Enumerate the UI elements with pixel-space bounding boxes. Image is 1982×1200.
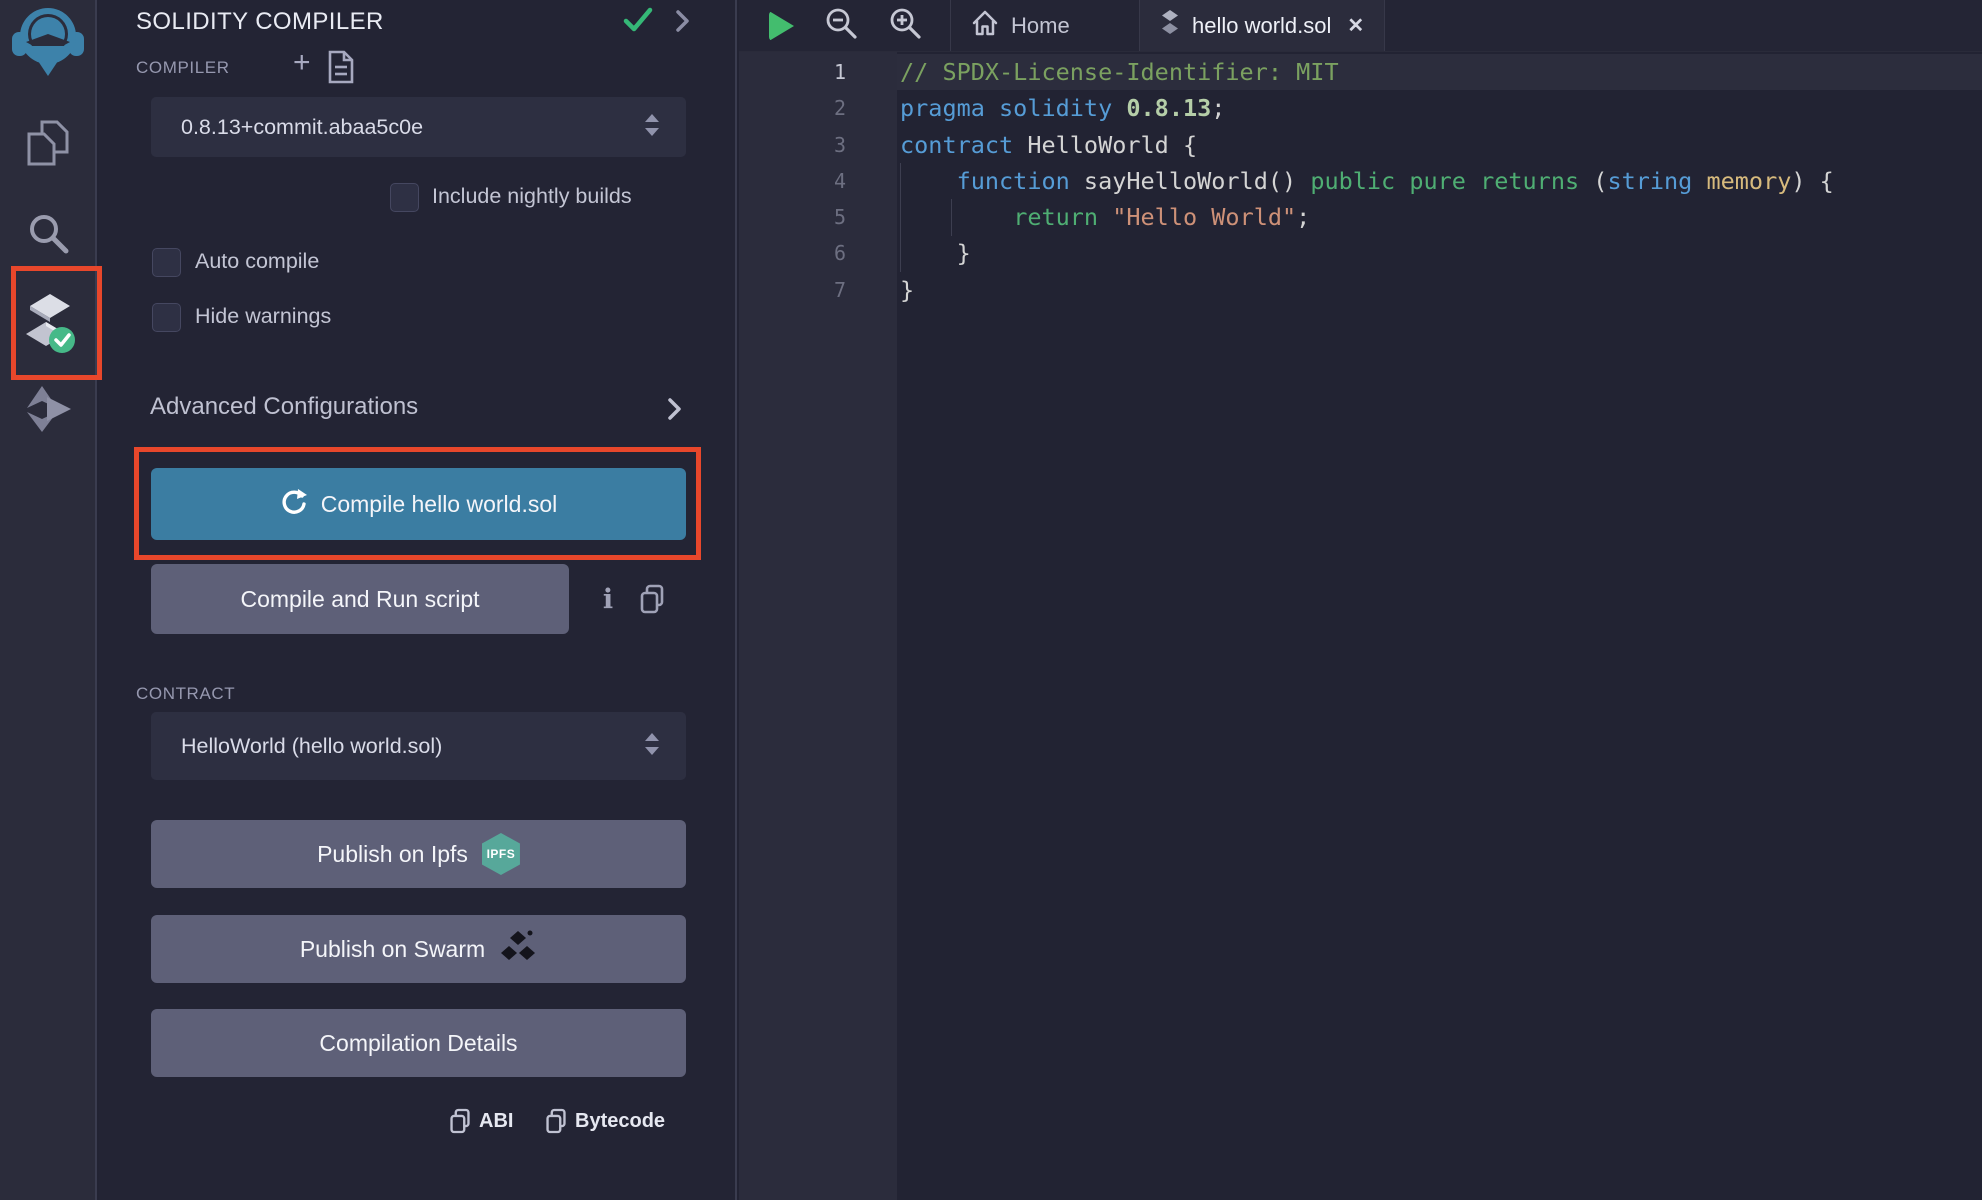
code-lines[interactable]: // SPDX-License-Identifier: MITpragma so… (897, 52, 1982, 1200)
contract-select[interactable]: HelloWorld (hello world.sol) (151, 712, 686, 780)
compilation-details-label: Compilation Details (319, 1030, 517, 1057)
editor-area: Home hello world.sol ✕ 1234567 // SPDX-L… (739, 0, 1982, 1200)
swarm-icon (499, 929, 537, 969)
indent-guide (951, 199, 952, 236)
ipfs-icon: IPFS (482, 833, 520, 875)
compiler-version-value: 0.8.13+commit.abaa5c0e (181, 115, 644, 140)
editor-toolbar (739, 0, 950, 51)
run-script-icon[interactable] (769, 11, 794, 41)
panel-title: SOLIDITY COMPILER (136, 8, 384, 36)
solidity-compiler-panel: SOLIDITY COMPILER COMPILER + 0.8.13+comm… (99, 0, 737, 1200)
bytecode-label: Bytecode (575, 1110, 665, 1133)
contract-select-value: HelloWorld (hello world.sol) (181, 734, 644, 759)
compiler-config-file-icon[interactable] (327, 50, 355, 89)
gutter-line-numbers: 1234567 (739, 52, 897, 1200)
abi-label: ABI (479, 1110, 513, 1133)
deploy-and-run-icon[interactable] (0, 384, 95, 436)
add-compiler-icon[interactable]: + (293, 48, 311, 78)
copy-icon (449, 1108, 471, 1134)
zoom-out-icon[interactable] (824, 6, 858, 45)
publish-on-ipfs-button[interactable]: Publish on Ipfs IPFS (151, 820, 686, 888)
publish-on-swarm-button[interactable]: Publish on Swarm (151, 915, 686, 983)
auto-compile-checkbox[interactable] (152, 248, 181, 277)
compiler-version-select[interactable]: 0.8.13+commit.abaa5c0e (151, 97, 686, 157)
hide-warnings-checkbox[interactable] (152, 303, 181, 332)
remix-logo-icon[interactable] (0, 4, 95, 82)
icon-sidebar (0, 0, 97, 1200)
include-nightly-builds-label: Include nightly builds (432, 184, 632, 209)
advanced-configurations-chevron-icon[interactable] (666, 396, 682, 427)
info-icon[interactable]: i (595, 582, 621, 616)
search-icon[interactable] (0, 210, 95, 256)
home-icon (971, 9, 999, 43)
tab-hello-world-sol[interactable]: hello world.sol ✕ (1139, 0, 1385, 51)
publish-swarm-label: Publish on Swarm (300, 936, 485, 963)
compile-success-icon (623, 6, 653, 39)
close-tab-icon[interactable]: ✕ (1347, 13, 1364, 38)
compile-and-run-button[interactable]: Compile and Run script (151, 564, 569, 634)
copy-bytecode[interactable]: Bytecode (545, 1108, 665, 1134)
solidity-file-icon (1160, 9, 1180, 42)
advanced-configurations-label[interactable]: Advanced Configurations (150, 393, 418, 421)
panel-collapse-chevron-icon[interactable] (675, 8, 690, 39)
tab-file-label: hello world.sol (1192, 13, 1331, 39)
tab-home[interactable]: Home (950, 0, 1139, 51)
include-nightly-builds-checkbox[interactable] (390, 183, 419, 212)
tab-home-label: Home (1011, 13, 1070, 39)
refresh-icon (280, 488, 307, 521)
solidity-compiler-icon[interactable] (0, 292, 95, 356)
compile-and-run-label: Compile and Run script (240, 586, 479, 613)
auto-compile-label: Auto compile (195, 249, 319, 274)
copy-script-icon[interactable] (639, 584, 665, 614)
compiler-section-label: COMPILER (136, 58, 230, 78)
indent-guide (900, 163, 901, 272)
zoom-in-icon[interactable] (888, 6, 922, 45)
editor-tabbar: Home hello world.sol ✕ (739, 0, 1982, 52)
compile-button-label: Compile hello world.sol (321, 491, 558, 518)
select-caret-icon (644, 113, 660, 142)
copy-abi[interactable]: ABI (449, 1108, 513, 1134)
select-caret-icon (644, 732, 660, 761)
contract-section-label: CONTRACT (136, 684, 235, 704)
hide-warnings-label: Hide warnings (195, 304, 331, 329)
compilation-details-button[interactable]: Compilation Details (151, 1009, 686, 1077)
remix-ide-window: SOLIDITY COMPILER COMPILER + 0.8.13+comm… (0, 0, 1982, 1200)
publish-ipfs-label: Publish on Ipfs (317, 841, 468, 868)
compile-button[interactable]: Compile hello world.sol (151, 468, 686, 540)
file-explorer-icon[interactable] (0, 118, 95, 172)
copy-icon (545, 1108, 567, 1134)
